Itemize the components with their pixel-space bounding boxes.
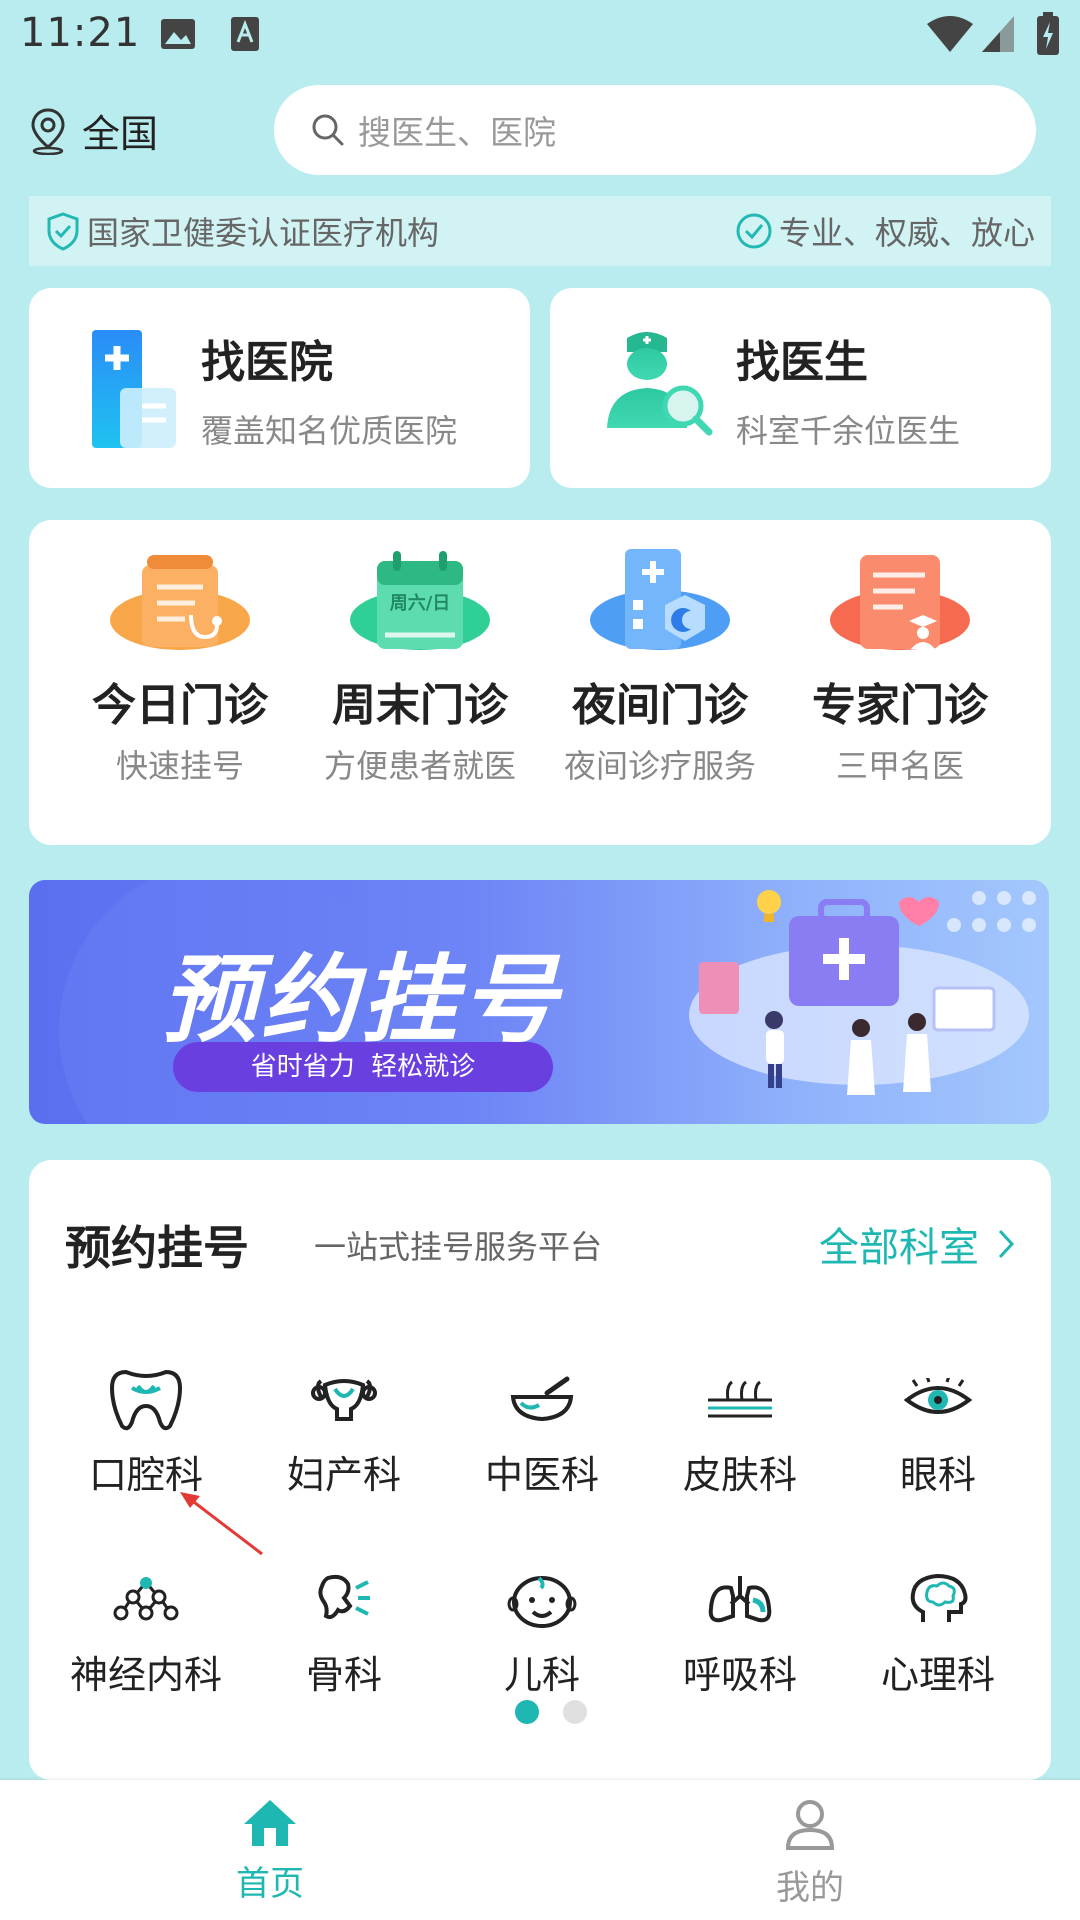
doctor-search-icon <box>607 332 713 436</box>
chevron-right-icon <box>998 1229 1015 1259</box>
location-pin-icon <box>31 107 65 155</box>
top-bar: 全国 搜医生、医院 <box>0 85 1080 180</box>
dept-stomatology[interactable]: 口腔科 <box>47 1360 245 1499</box>
dept-label: 骨科 <box>305 1653 382 1697</box>
service-weekend-clinic[interactable]: 周六/日 周末门诊 方便患者就医 <box>300 545 540 787</box>
service-title: 周末门诊 <box>332 680 508 731</box>
mortar-icon <box>510 1376 574 1422</box>
search-icon <box>312 114 344 146</box>
dept-dermatology[interactable]: 皮肤科 <box>641 1360 839 1499</box>
dept-label: 心理科 <box>880 1653 995 1697</box>
today-clinic-icon <box>110 555 250 650</box>
dept-label: 神经内科 <box>69 1653 222 1697</box>
keyboard-notification-icon <box>231 17 259 51</box>
find-doctor-title: 找医生 <box>736 337 868 388</box>
page-dot[interactable] <box>563 1700 587 1724</box>
dept-label: 妇产科 <box>286 1453 401 1497</box>
find-doctor-subtitle: 科室千余位医生 <box>736 412 961 450</box>
tab-label: 首页 <box>236 1864 304 1904</box>
page-dot-active[interactable] <box>515 1700 539 1724</box>
weekend-icon-text: 周六/日 <box>389 593 451 614</box>
dept-label: 皮肤科 <box>682 1453 797 1497</box>
service-title: 专家门诊 <box>812 680 988 731</box>
banner-tagline: 省时省力 轻松就诊 <box>173 1042 553 1092</box>
certification-strip: 国家卫健委认证医疗机构 专业、权威、放心 <box>29 196 1051 266</box>
find-doctor-card[interactable]: 找医生 科室千余位医生 <box>550 288 1051 488</box>
service-subtitle: 方便患者就医 <box>323 747 516 785</box>
service-today-clinic[interactable]: 今日门诊 快速挂号 <box>60 545 300 787</box>
service-expert-clinic[interactable]: 专家门诊 三甲名医 <box>780 545 1020 787</box>
service-night-clinic[interactable]: 夜间门诊 夜间诊疗服务 <box>540 545 780 787</box>
departments-card: 预约挂号 一站式挂号服务平台 全部科室 口腔科 妇产科 中医科 皮肤科 眼科 神… <box>29 1160 1051 1780</box>
status-bar: 11:21 <box>0 0 1080 75</box>
eye-icon <box>903 1378 973 1414</box>
tab-home[interactable]: 首页 <box>170 1796 370 1905</box>
certification-text: 国家卫健委认证医疗机构 <box>87 214 440 252</box>
dept-label: 中医科 <box>484 1453 599 1497</box>
dept-obstetrics[interactable]: 妇产科 <box>245 1360 443 1499</box>
signal-icon <box>982 16 1014 52</box>
dept-pediatrics[interactable]: 儿科 <box>443 1560 641 1699</box>
location-label: 全国 <box>82 112 159 156</box>
service-title: 今日门诊 <box>92 680 268 731</box>
find-hospital-card[interactable]: 找医院 覆盖知名优质医院 <box>29 288 530 488</box>
wifi-icon <box>927 16 973 52</box>
service-title: 夜间门诊 <box>572 680 748 731</box>
baby-face-icon <box>507 1576 577 1628</box>
dept-psychology[interactable]: 心理科 <box>839 1560 1037 1699</box>
lungs-icon <box>708 1576 772 1623</box>
skin-icon <box>708 1380 772 1418</box>
service-subtitle: 快速挂号 <box>115 747 244 785</box>
annotation-arrow <box>180 1492 263 1556</box>
tab-profile[interactable]: 我的 <box>710 1796 910 1909</box>
uterus-icon <box>311 1379 377 1421</box>
hospital-building-icon <box>92 330 176 448</box>
status-time: 11:21 <box>20 10 141 56</box>
page-indicator <box>503 1700 599 1724</box>
dept-respiratory[interactable]: 呼吸科 <box>641 1560 839 1699</box>
search-bar[interactable]: 搜医生、医院 <box>274 85 1036 175</box>
banner-title: 预约挂号 <box>161 944 561 1056</box>
expert-clinic-icon <box>830 555 970 650</box>
dept-neurology[interactable]: 神经内科 <box>47 1560 245 1699</box>
all-departments-label: 全部科室 <box>819 1225 979 1271</box>
user-icon <box>785 1800 835 1850</box>
find-hospital-title: 找医院 <box>201 337 333 388</box>
search-placeholder: 搜医生、医院 <box>358 113 556 152</box>
appointment-banner[interactable]: 预约挂号 省时省力 轻松就诊 <box>29 880 1049 1124</box>
location-selector[interactable]: 全国 <box>28 103 158 158</box>
home-icon <box>244 1800 296 1846</box>
all-departments-link[interactable]: 全部科室 <box>819 1215 1015 1273</box>
service-subtitle: 三甲名医 <box>835 747 964 785</box>
brain-head-icon <box>910 1573 968 1622</box>
service-subtitle: 夜间诊疗服务 <box>563 747 756 785</box>
neuron-icon <box>113 1577 179 1621</box>
check-circle-icon <box>736 213 772 249</box>
tab-label: 我的 <box>776 1868 844 1908</box>
gallery-notification-icon <box>161 19 195 49</box>
dept-tcm[interactable]: 中医科 <box>443 1360 641 1499</box>
battery-icon <box>1037 12 1059 55</box>
dept-orthopedics[interactable]: 骨科 <box>245 1560 443 1699</box>
departments-subtitle: 一站式挂号服务平台 <box>314 1228 603 1266</box>
trust-text: 专业、权威、放心 <box>778 214 1035 252</box>
bottom-tab-bar: 首页 我的 <box>0 1780 1080 1920</box>
dept-label: 呼吸科 <box>682 1653 797 1697</box>
dept-label: 儿科 <box>503 1653 580 1697</box>
dept-ophthalmology[interactable]: 眼科 <box>839 1360 1037 1499</box>
dept-label: 眼科 <box>899 1453 976 1497</box>
find-hospital-subtitle: 覆盖知名优质医院 <box>201 412 458 450</box>
bone-icon <box>318 1574 370 1620</box>
shield-check-icon <box>47 212 79 251</box>
departments-title: 预约挂号 <box>65 1221 249 1275</box>
night-clinic-icon <box>590 549 730 650</box>
tooth-icon <box>109 1369 183 1431</box>
